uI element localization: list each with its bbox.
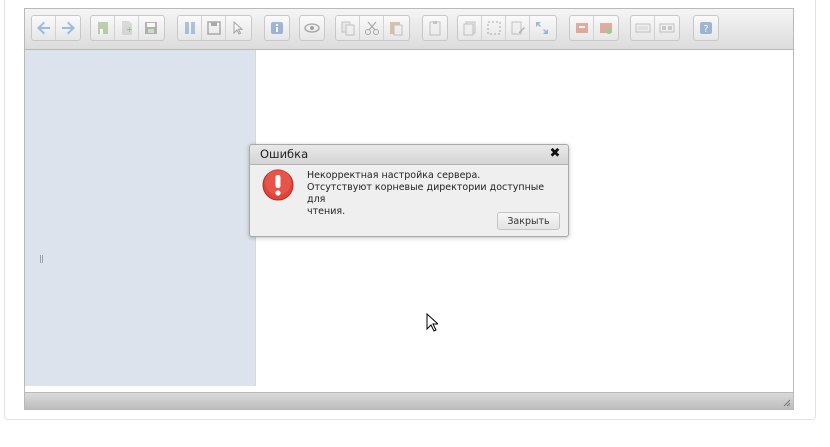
- new-file-icon: [121, 21, 132, 35]
- toolbar-group-preview: [299, 15, 325, 41]
- book-button[interactable]: [178, 16, 202, 40]
- toolbar-group-archive: [569, 15, 619, 41]
- dialog-titlebar[interactable]: Ошибка ✖: [250, 145, 568, 165]
- toolbar-group-navigation: [31, 15, 81, 41]
- dialog-title: Ошибка: [260, 147, 309, 161]
- archive-icon: [575, 23, 588, 33]
- pointer-icon: [233, 20, 244, 35]
- close-icon[interactable]: ✖: [548, 147, 562, 161]
- edit-icon: [511, 21, 525, 35]
- toolbar-group-help: ?: [693, 15, 719, 41]
- preview-button[interactable]: [300, 16, 324, 40]
- duplicate-button[interactable]: [458, 16, 482, 40]
- folder-tree-pane[interactable]: [25, 50, 255, 386]
- back-button[interactable]: [32, 16, 56, 40]
- back-icon: [36, 21, 50, 35]
- copy-icon: [341, 21, 354, 36]
- list-view-icon: [635, 23, 650, 33]
- clipboard-icon: [429, 21, 441, 36]
- icon-view-button[interactable]: [655, 16, 679, 40]
- new-file-button[interactable]: [115, 16, 139, 40]
- edit-button[interactable]: [506, 16, 530, 40]
- error-icon: [262, 169, 294, 201]
- archive-button[interactable]: [570, 16, 594, 40]
- select-icon: [487, 21, 500, 35]
- resize-handle[interactable]: [40, 255, 43, 263]
- clipboard-button[interactable]: [423, 16, 447, 40]
- info-icon: [271, 22, 283, 34]
- floppy-icon: [206, 21, 221, 35]
- duplicate-icon: [463, 21, 475, 36]
- toolbar-group-view: [177, 15, 252, 41]
- icon-view-icon: [659, 23, 675, 33]
- forward-button[interactable]: [56, 16, 80, 40]
- cut-icon: [364, 21, 379, 35]
- help-icon: ?: [700, 22, 712, 35]
- help-button[interactable]: ?: [694, 16, 718, 40]
- eye-icon: [304, 23, 320, 33]
- message-line: Отсутствуют корневые директории доступны…: [307, 182, 545, 205]
- select-button[interactable]: [482, 16, 506, 40]
- copy-button[interactable]: [336, 16, 360, 40]
- resize-button[interactable]: [530, 16, 554, 40]
- message-line: Некорректная настройка сервера.: [307, 170, 481, 181]
- status-bar: [25, 392, 793, 409]
- toolbar-group-clipboard: [422, 15, 448, 41]
- close-button[interactable]: Закрыть: [497, 212, 560, 230]
- info-button[interactable]: [265, 16, 289, 40]
- toolbar-group-layout: [630, 15, 680, 41]
- toolbar-group-tools: [457, 15, 557, 41]
- resize-grip-icon[interactable]: [783, 399, 791, 407]
- svg-text:?: ?: [703, 24, 708, 35]
- cut-button[interactable]: [360, 16, 384, 40]
- error-dialog: Ошибка ✖ Некорректная настройка сервера.…: [249, 144, 569, 237]
- home-icon: [97, 22, 108, 34]
- home-button[interactable]: [91, 16, 115, 40]
- floppy-button[interactable]: [202, 16, 226, 40]
- dialog-message: Некорректная настройка сервера. Отсутств…: [307, 170, 562, 218]
- toolbar: ?: [25, 9, 793, 50]
- paste-button[interactable]: [384, 16, 408, 40]
- forward-icon: [62, 21, 75, 35]
- toolbar-group-info: [264, 15, 290, 41]
- paste-icon: [390, 22, 403, 36]
- pointer-button[interactable]: [226, 16, 250, 40]
- resize-icon: [536, 22, 548, 34]
- extract-icon: [600, 23, 612, 34]
- list-view-button[interactable]: [631, 16, 655, 40]
- toolbar-group-edit: [335, 15, 410, 41]
- mouse-cursor-icon: [426, 313, 438, 332]
- toolbar-group-file: [90, 15, 165, 41]
- book-icon: [184, 22, 195, 34]
- save-disk-icon: [145, 22, 157, 34]
- save-button[interactable]: [139, 16, 163, 40]
- extract-button[interactable]: [594, 16, 618, 40]
